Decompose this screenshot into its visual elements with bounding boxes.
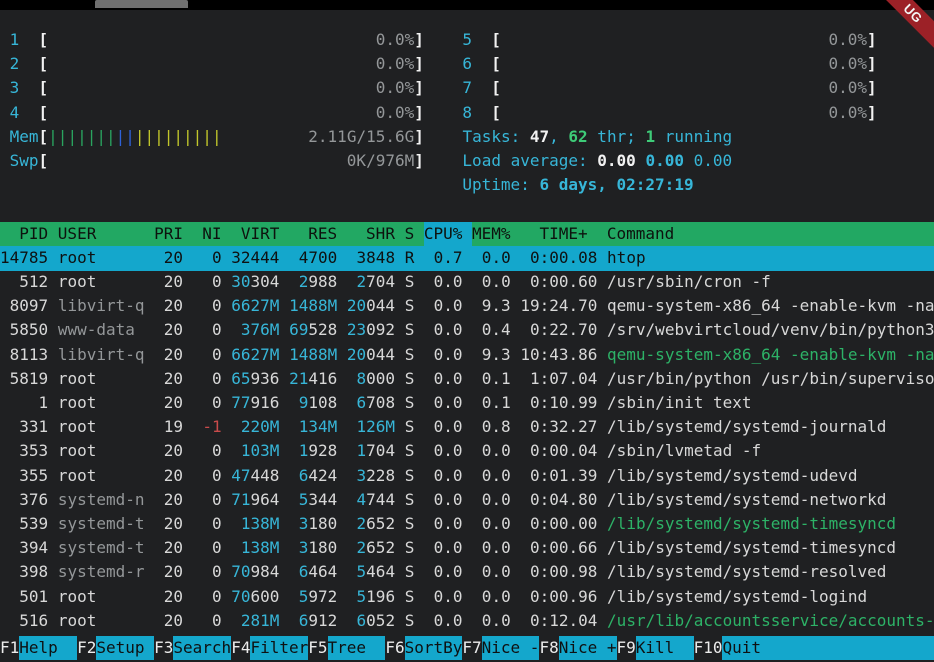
process-row-353[interactable]: 353 root 20 0 103M 1928 1704 S 0.0 0.0 0… xyxy=(0,439,934,464)
fkey-f3-search[interactable]: F3Search xyxy=(154,634,231,660)
fkey-number: F3 xyxy=(154,636,173,660)
cpu-meter-line-3: 3 [ 0.0%] 7 [ 0.0%] xyxy=(0,76,934,101)
cpu-meter-line-4: 4 [ 0.0%] 8 [ 0.0%] xyxy=(0,101,934,126)
fkey-number: F1 xyxy=(0,636,19,660)
fkey-f9-kill[interactable]: F9Kill xyxy=(617,634,694,660)
process-row-1[interactable]: 1 root 20 0 77916 9108 6708 S 0.0 0.1 0:… xyxy=(0,391,934,416)
process-row-8113[interactable]: 8113 libvirt-q 20 0 6627M 1488M 20044 S … xyxy=(0,343,934,368)
fkey-label: Filter xyxy=(250,636,308,660)
fkey-label: Help xyxy=(19,636,77,660)
cpu-meter-line-2: 2 [ 0.0%] 6 [ 0.0%] xyxy=(0,52,934,77)
fkey-label: Tree xyxy=(328,636,386,660)
fkey-label: Quit xyxy=(722,636,780,660)
table-header-row[interactable]: PID USER PRI NI VIRT RES SHR S CPU% MEM%… xyxy=(0,222,934,247)
fkey-number: F8 xyxy=(539,636,558,660)
tab-strip-segment[interactable] xyxy=(95,0,188,8)
fkey-bar-fill xyxy=(780,636,934,660)
fkey-f7-nice--[interactable]: F7Nice - xyxy=(462,634,539,660)
fkey-number: F4 xyxy=(231,636,250,660)
fkey-number: F9 xyxy=(617,636,636,660)
process-row-501[interactable]: 501 root 20 0 70600 5972 5196 S 0.0 0.0 … xyxy=(0,585,934,610)
process-row-5850[interactable]: 5850 www-data 20 0 376M 69528 23092 S 0.… xyxy=(0,318,934,343)
fkey-label: Nice - xyxy=(482,636,540,660)
process-row-8097[interactable]: 8097 libvirt-q 20 0 6627M 1488M 20044 S … xyxy=(0,294,934,319)
fkey-f10-quit[interactable]: F10Quit xyxy=(694,634,781,660)
fkey-number: F2 xyxy=(77,636,96,660)
process-row-14785[interactable]: 14785 root 20 0 32444 4700 3848 R 0.7 0.… xyxy=(0,246,934,271)
fkey-number: F7 xyxy=(462,636,481,660)
process-row-376[interactable]: 376 systemd-n 20 0 71964 5344 4744 S 0.0… xyxy=(0,488,934,513)
screenshot-root: 1 [ 0.0%] 5 [ 0.0%] 2 [ 0.0%] 6 [ 0.0%] … xyxy=(0,0,934,662)
fkey-label: Kill xyxy=(636,636,694,660)
process-row-398[interactable]: 398 systemd-r 20 0 70984 6464 5464 S 0.0… xyxy=(0,560,934,585)
sort-column-header: CPU% xyxy=(424,222,472,247)
swap-meter-line: Swp[ 0K/976M] Load average: 0.00 0.00 0.… xyxy=(0,149,934,174)
cpu-meter-line-1: 1 [ 0.0%] 5 [ 0.0%] xyxy=(0,28,934,53)
process-row-394[interactable]: 394 systemd-t 20 0 138M 3180 2652 S 0.0 … xyxy=(0,536,934,561)
fkey-f6-sortby[interactable]: F6SortBy xyxy=(385,634,462,660)
process-row-5819[interactable]: 5819 root 20 0 65936 21416 8000 S 0.0 0.… xyxy=(0,367,934,392)
process-row-516[interactable]: 516 root 20 0 281M 6912 6052 S 0.0 0.0 0… xyxy=(0,609,934,634)
process-row-539[interactable]: 539 systemd-t 20 0 138M 3180 2652 S 0.0 … xyxy=(0,512,934,537)
process-row-331[interactable]: 331 root 19 -1 220M 134M 126M S 0.0 0.8 … xyxy=(0,415,934,440)
fkey-f5-tree[interactable]: F5Tree xyxy=(308,634,385,660)
fkey-f2-setup[interactable]: F2Setup xyxy=(77,634,154,660)
fkey-label: Search xyxy=(173,636,231,660)
fkey-label: Nice + xyxy=(559,636,617,660)
fkey-f1-help[interactable]: F1Help xyxy=(0,634,77,660)
process-row-355[interactable]: 355 root 20 0 47448 6424 3228 S 0.0 0.0 … xyxy=(0,464,934,489)
fkey-number: F5 xyxy=(308,636,327,660)
memory-meter-line: Mem[|||||||||||||||||| 2.11G/15.6G] Task… xyxy=(0,125,934,150)
process-row-512[interactable]: 512 root 20 0 30304 2988 2704 S 0.0 0.0 … xyxy=(0,270,934,295)
fkey-number: F10 xyxy=(694,636,723,660)
function-key-bar: F1Help F2Setup F3SearchF4FilterF5Tree F6… xyxy=(0,634,934,662)
htop-terminal: 1 [ 0.0%] 5 [ 0.0%] 2 [ 0.0%] 6 [ 0.0%] … xyxy=(0,10,934,662)
fkey-label: SortBy xyxy=(405,636,463,660)
fkey-f8-nice-+[interactable]: F8Nice + xyxy=(539,634,616,660)
window-top-bar xyxy=(0,0,934,10)
fkey-label: Setup xyxy=(96,636,154,660)
fkey-number: F6 xyxy=(385,636,404,660)
fkey-f4-filter[interactable]: F4Filter xyxy=(231,634,308,660)
uptime-line: Uptime: 6 days, 02:27:19 xyxy=(0,173,934,198)
